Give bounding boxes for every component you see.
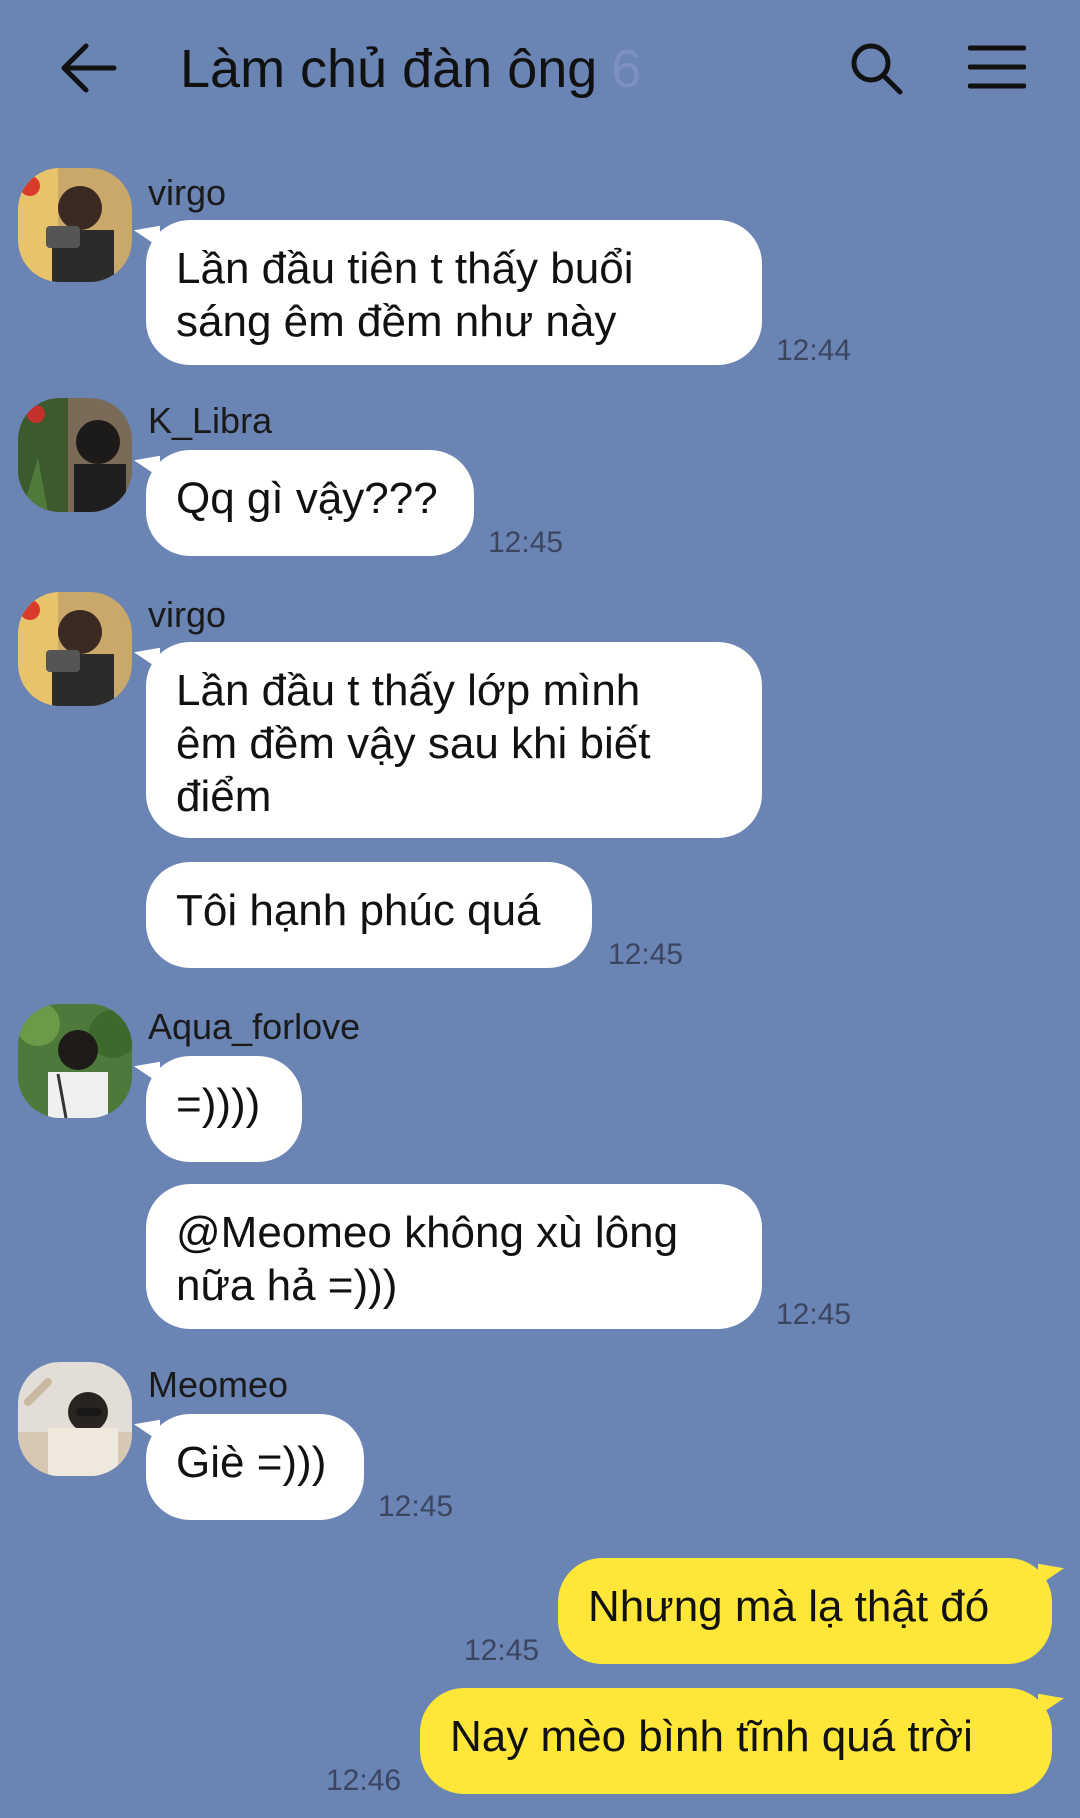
sender-name: Meomeo	[148, 1364, 289, 1405]
my-message-bubble[interactable]: Nhưng mà lạ thật đó	[558, 1558, 1052, 1664]
message-time: 12:44	[776, 334, 852, 367]
message-bubble[interactable]: @Meomeo không xù lông nữa hả =)))	[146, 1184, 762, 1329]
message-text-line: Lần đầu tiên t thấy buổi	[176, 244, 634, 293]
message-text-line: @Meomeo không xù lông	[176, 1208, 679, 1257]
avatar-k-libra[interactable]	[18, 398, 132, 512]
message-time: 12:45	[464, 1634, 540, 1667]
message-bubble[interactable]: =))))	[146, 1056, 302, 1162]
message-time: 12:46	[326, 1764, 402, 1797]
message-time: 12:45	[608, 938, 684, 971]
message-bubble[interactable]: Qq gì vậy???	[146, 450, 474, 556]
message-time: 12:45	[776, 1298, 852, 1331]
sender-name: K_Libra	[148, 400, 273, 441]
message-bubble[interactable]: Lần đầu t thấy lớp mình êm đềm vậy sau k…	[146, 642, 762, 838]
message-time: 12:45	[488, 526, 564, 559]
message-text-line: nữa hả =)))	[176, 1261, 398, 1310]
message-text-line: Nhưng mà lạ thật đó	[588, 1582, 990, 1631]
avatar-virgo[interactable]	[18, 168, 132, 282]
message-text-line: Lần đầu t thấy lớp mình	[176, 666, 641, 715]
message-bubble[interactable]: Tôi hạnh phúc quá	[146, 862, 592, 968]
message-text-line: Nay mèo bình tĩnh quá trời	[450, 1712, 973, 1761]
message-bubble[interactable]: Lần đầu tiên t thấy buổi sáng êm đềm như…	[146, 220, 762, 365]
search-icon[interactable]	[848, 40, 904, 96]
chat-header: Làm chủ đàn ông 6	[0, 0, 1080, 140]
chat-title-area[interactable]: Làm chủ đàn ông 6	[180, 38, 641, 100]
avatar-meomeo[interactable]	[18, 1362, 132, 1476]
message-bubble[interactable]: Giè =)))	[146, 1414, 364, 1520]
message-text-line: Giè =)))	[176, 1438, 327, 1487]
message-text-line: êm đềm vậy sau khi biết	[176, 719, 651, 768]
avatar-aqua-forlove[interactable]	[18, 1004, 132, 1118]
sender-name: virgo	[148, 172, 227, 213]
sender-name: virgo	[148, 594, 227, 635]
arrow-left-icon[interactable]	[58, 42, 118, 94]
avatar-virgo[interactable]	[18, 592, 132, 706]
chat-title: Làm chủ đàn ông	[180, 39, 598, 99]
hamburger-menu-icon[interactable]	[968, 44, 1026, 90]
message-text-line: điểm	[176, 772, 272, 821]
message-text-line: Tôi hạnh phúc quá	[176, 886, 541, 935]
message-time: 12:45	[378, 1490, 454, 1523]
message-text-line: Qq gì vậy???	[176, 474, 438, 523]
message-text-line: =))))	[176, 1080, 261, 1129]
my-message-bubble[interactable]: Nay mèo bình tĩnh quá trời	[420, 1688, 1052, 1794]
member-count: 6	[611, 39, 642, 99]
message-text-line: sáng êm đềm như này	[176, 297, 617, 346]
sender-name: Aqua_forlove	[148, 1006, 361, 1047]
